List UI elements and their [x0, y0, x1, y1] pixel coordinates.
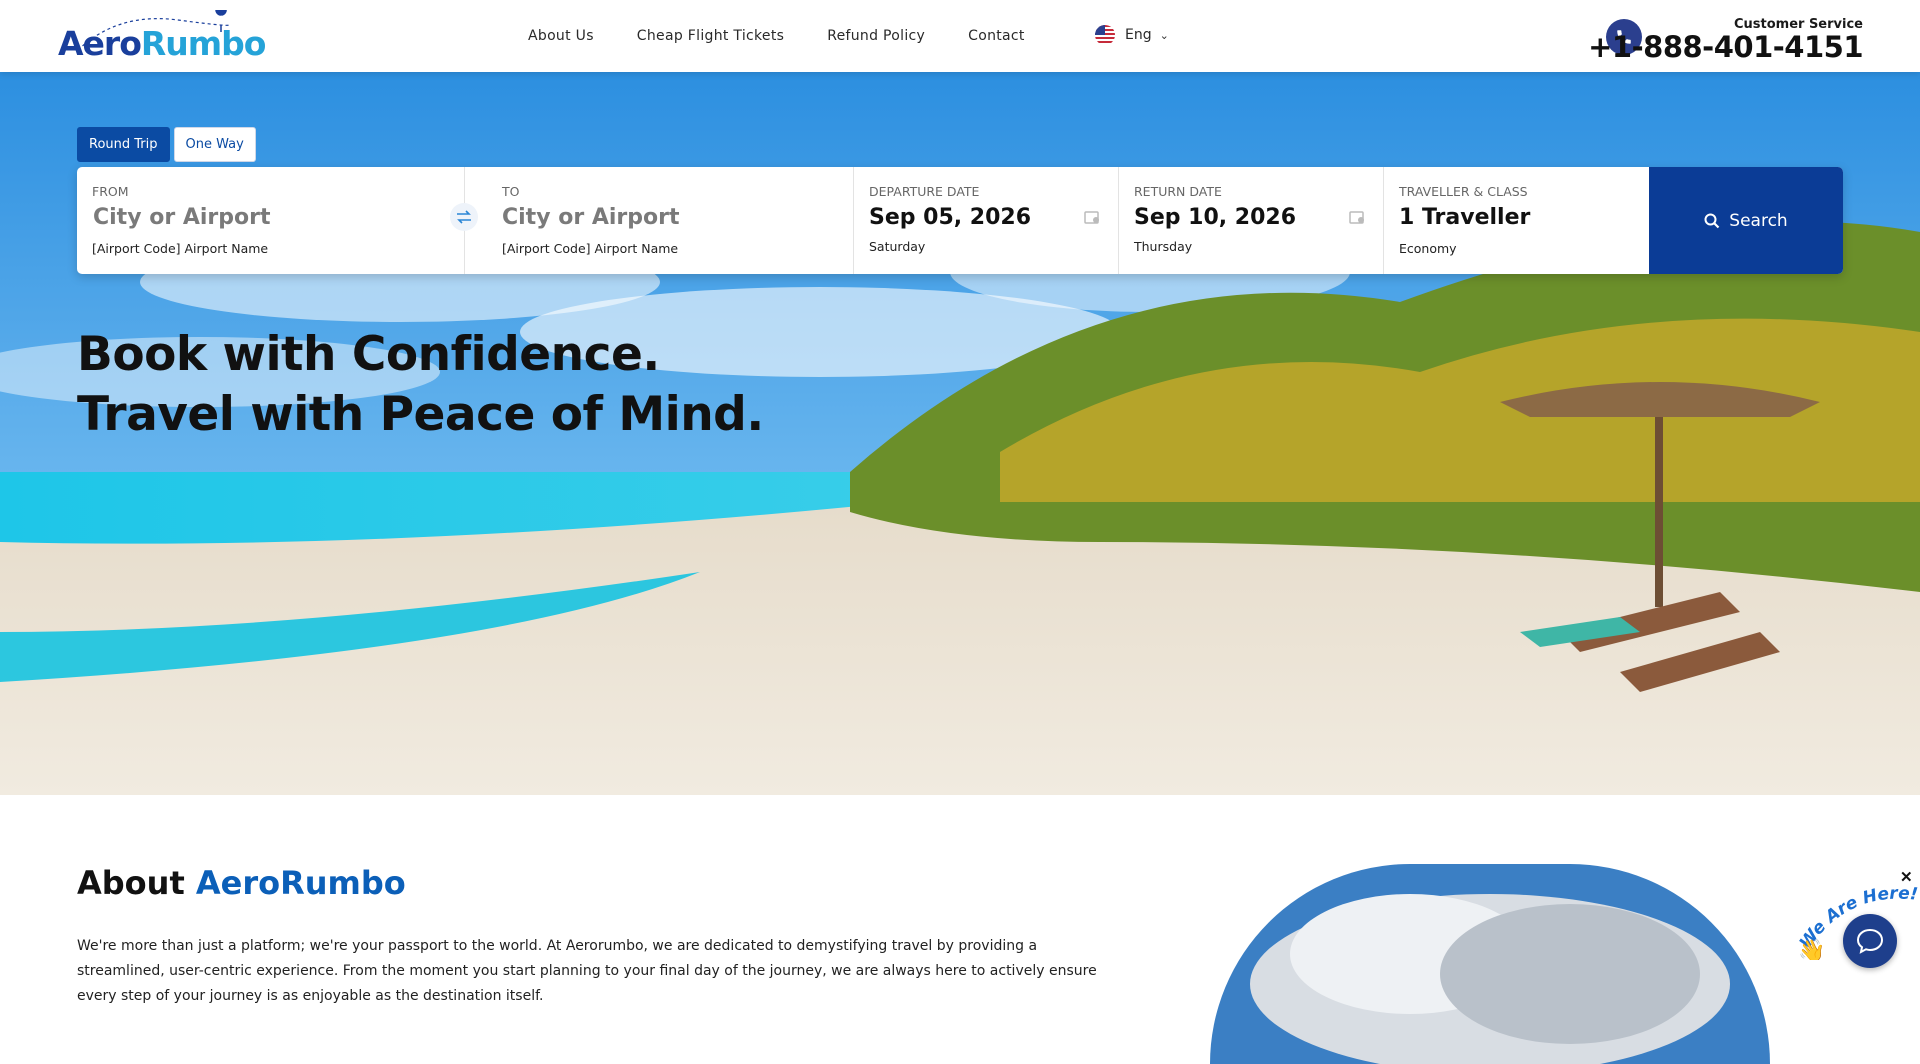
- to-field[interactable]: TO City or Airport [Airport Code] Airpor…: [465, 167, 854, 274]
- departure-day: Saturday: [869, 239, 926, 254]
- departure-date-field[interactable]: DEPARTURE DATE Sep 05, 2026 Saturday: [854, 167, 1119, 274]
- chevron-down-icon: ⌄: [1159, 29, 1169, 42]
- return-date-value[interactable]: Sep 10, 2026: [1134, 205, 1296, 230]
- from-input[interactable]: City or Airport: [93, 205, 270, 230]
- hero-headline-line1: Book with Confidence.: [77, 327, 660, 382]
- about-cloud-image: [1210, 864, 1770, 1064]
- about-title: About AeroRumbo: [77, 864, 406, 902]
- to-airport-name: [Airport Code] Airport Name: [502, 241, 679, 256]
- calendar-icon: [1084, 211, 1099, 224]
- logo[interactable]: AeroRumbo: [58, 10, 266, 63]
- hero-headline: Book with Confidence. Travel with Peace …: [77, 325, 764, 445]
- search-button-label: Search: [1729, 210, 1788, 231]
- language-selector[interactable]: Eng ⌄: [1095, 25, 1169, 45]
- swap-icon[interactable]: [450, 203, 478, 231]
- nav-refund-policy[interactable]: Refund Policy: [827, 28, 925, 44]
- nav-about-us[interactable]: About Us: [528, 28, 594, 44]
- return-date-field[interactable]: RETURN DATE Sep 10, 2026 Thursday: [1119, 167, 1384, 274]
- return-day: Thursday: [1134, 239, 1193, 254]
- from-airport-name: [Airport Code] Airport Name: [92, 241, 269, 256]
- traveller-class-label: TRAVELLER & CLASS: [1399, 184, 1528, 199]
- about-paragraph: We're more than just a platform; we're y…: [77, 938, 1097, 1004]
- tab-round-trip[interactable]: Round Trip: [77, 127, 170, 162]
- about-title-prefix: About: [77, 864, 185, 902]
- customer-service-phone[interactable]: +1-888-401-4151: [1588, 30, 1863, 64]
- departure-date-value[interactable]: Sep 05, 2026: [869, 205, 1031, 230]
- traveller-count[interactable]: 1 Traveller: [1399, 205, 1530, 230]
- logo-text-rumbo: Rumbo: [140, 24, 267, 63]
- to-label: TO: [502, 184, 520, 199]
- language-label: Eng: [1125, 27, 1152, 43]
- chat-button[interactable]: [1843, 914, 1897, 968]
- from-field[interactable]: FROM City or Airport [Airport Code] Airp…: [77, 167, 465, 274]
- traveller-class-field[interactable]: TRAVELLER & CLASS 1 Traveller Economy: [1384, 167, 1649, 274]
- cabin-class: Economy: [1399, 241, 1457, 256]
- us-flag-icon: [1095, 25, 1115, 45]
- search-icon: [1704, 213, 1720, 228]
- tab-one-way[interactable]: One Way: [173, 127, 256, 162]
- search-button[interactable]: Search: [1649, 167, 1843, 274]
- from-label: FROM: [92, 184, 129, 199]
- main-nav: About Us Cheap Flight Tickets Refund Pol…: [528, 28, 1068, 44]
- nav-cheap-flight-tickets[interactable]: Cheap Flight Tickets: [637, 28, 784, 44]
- about-title-brand: AeroRumbo: [195, 864, 406, 902]
- waving-hand-icon: 👋: [1798, 938, 1825, 960]
- flight-search-form: FROM City or Airport [Airport Code] Airp…: [77, 167, 1843, 274]
- hero-section: Round Trip One Way FROM City or Airport …: [0, 72, 1920, 795]
- departure-date-label: DEPARTURE DATE: [869, 184, 980, 199]
- to-input[interactable]: City or Airport: [502, 205, 679, 230]
- nav-contact[interactable]: Contact: [968, 28, 1025, 44]
- chat-icon: [1856, 928, 1884, 954]
- return-date-label: RETURN DATE: [1134, 184, 1222, 199]
- hero-headline-line2: Travel with Peace of Mind.: [77, 387, 764, 442]
- trip-type-tabs: Round Trip One Way: [77, 127, 260, 162]
- site-header: AeroRumbo About Us Cheap Flight Tickets …: [0, 0, 1920, 72]
- logo-text-aero: Aero: [58, 24, 142, 63]
- calendar-icon: [1349, 211, 1364, 224]
